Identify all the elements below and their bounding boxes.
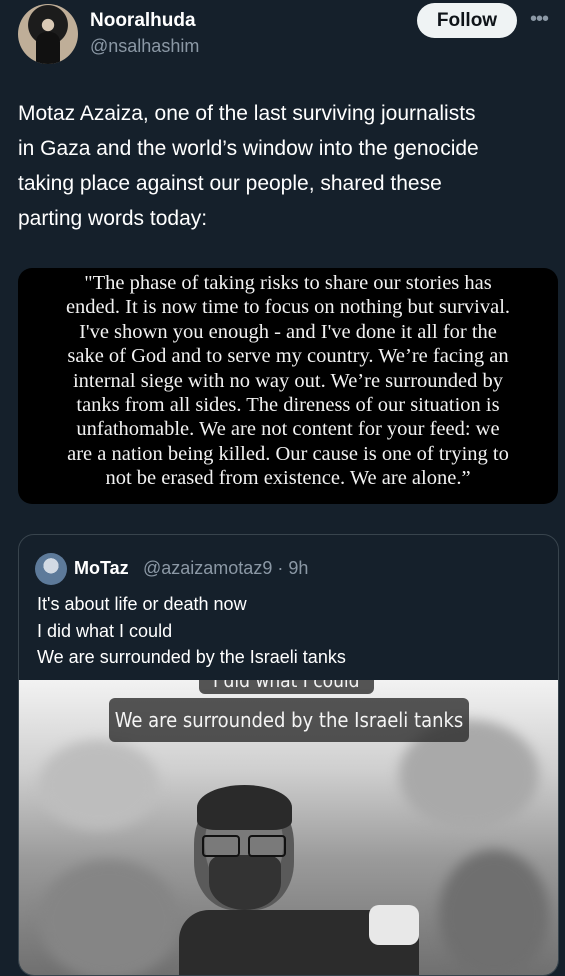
quoted-author-avatar[interactable] <box>35 553 67 585</box>
quote-image[interactable]: "The phase of taking risks to share our … <box>18 268 558 504</box>
post-text-line: in Gaza and the world’s window into the … <box>18 137 479 160</box>
author-name[interactable]: Nooralhuda <box>90 10 196 32</box>
quoted-tweet[interactable]: MoTaz @azaizamotaz9 · 9h It's about life… <box>18 534 559 976</box>
author-avatar[interactable] <box>18 4 78 64</box>
quote-line: sake of God and to serve my country. We’… <box>67 345 509 368</box>
author-handle[interactable]: @nsalhashim <box>90 36 199 57</box>
quoted-text-line: It's about life or death now <box>37 594 247 614</box>
media-caption: We are surrounded by the Israeli tanks <box>109 698 469 742</box>
post-text: Motaz Azaiza, one of the last surviving … <box>18 96 548 236</box>
quote-line: are a nation being killed. Our cause is … <box>67 442 509 465</box>
quoted-media-photo[interactable]: I did what I could We are surrounded by … <box>19 680 558 975</box>
quote-line: not be erased from existence. We are alo… <box>105 467 471 490</box>
media-caption: I did what I could <box>199 680 374 694</box>
quote-line: unfathomable. We are not content for you… <box>76 418 500 441</box>
follow-button[interactable]: Follow <box>417 3 517 38</box>
quote-line: tanks from all sides. The direness of ou… <box>76 394 500 417</box>
quote-line: ended. It is now time to focus on nothin… <box>65 296 511 319</box>
post-text-line: parting words today: <box>18 207 208 230</box>
post-header: Nooralhuda @nsalhashim Follow ••• <box>0 0 565 80</box>
quoted-text-line: I did what I could <box>37 620 173 641</box>
quoted-text-line: We are surrounded by the Israeli tanks <box>37 647 346 667</box>
more-options-icon[interactable]: ••• <box>530 8 549 31</box>
quote-line: internal siege with no way out. We’re su… <box>72 369 504 392</box>
quoted-tweet-text: It's about life or death now I did what … <box>37 591 346 671</box>
quote-line: "The phase of taking risks to share our … <box>84 272 492 294</box>
post-text-line: taking place against our people, shared … <box>18 172 442 195</box>
quote-line: I've shown you enough - and I've done it… <box>79 320 497 343</box>
post-text-line: Motaz Azaiza, one of the last surviving … <box>18 102 476 125</box>
quoted-author-handle: @azaizamotaz9 · 9h <box>143 558 309 578</box>
quoted-author-name[interactable]: MoTaz <box>74 558 129 579</box>
